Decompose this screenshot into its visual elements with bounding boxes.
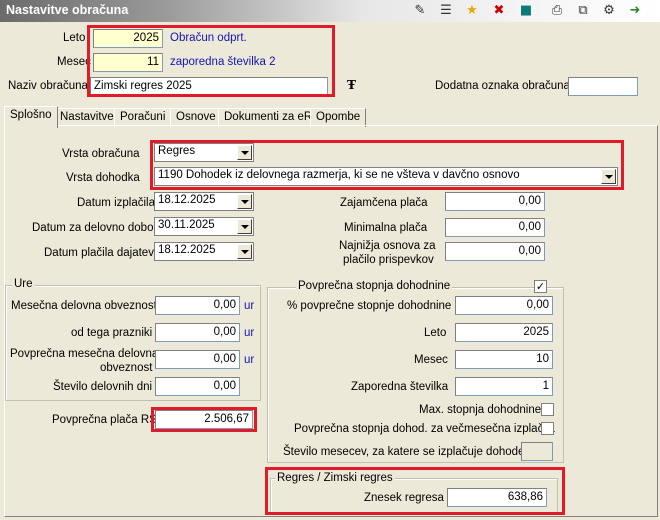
vecmesecna-label: Povprečna stopnja dohod. za večmesečna i… bbox=[294, 423, 555, 435]
mesec-label: Mesec bbox=[57, 56, 91, 68]
povprecna-obveznost-input[interactable]: 0,00 bbox=[155, 350, 240, 369]
datum-delovno-picker[interactable]: 30.11.2025 bbox=[154, 217, 254, 236]
zaporedna-stevilka-note: zaporedna številka 2 bbox=[170, 56, 276, 68]
prazniki-input[interactable]: 0,00 bbox=[155, 323, 240, 342]
datum-dajatev-picker[interactable]: 18.12.2025 bbox=[154, 242, 254, 261]
chevron-down-icon[interactable] bbox=[237, 244, 252, 259]
export-icon[interactable]: ➜ bbox=[626, 3, 644, 19]
stevilo-dni-input[interactable]: 0,00 bbox=[155, 377, 240, 396]
zajamcena-input[interactable]: 0,00 bbox=[445, 192, 545, 211]
copy-icon[interactable]: ⧉ bbox=[574, 3, 592, 19]
list-icon[interactable]: ☰ bbox=[437, 3, 455, 19]
znesek-regresa-label: Znesek regresa bbox=[364, 492, 444, 504]
mesecna-obveznost-label: Mesečna delovna obveznost bbox=[11, 300, 157, 312]
chevron-down-icon[interactable] bbox=[237, 145, 252, 160]
stopnja-title: Povprečna stopnja dohodnine bbox=[296, 280, 453, 292]
datum-dajatev-label: Datum plačila dajatev bbox=[44, 247, 154, 259]
minimalna-input[interactable]: 0,00 bbox=[445, 218, 545, 237]
ure-title: Ure bbox=[12, 278, 35, 290]
pct-stopnje-label: % povprečne stopnje dohodnine bbox=[287, 300, 452, 312]
tab-splosno[interactable]: Splošno bbox=[4, 106, 58, 128]
povprecna-obveznost-label-1: Povprečna mesečna delovna bbox=[10, 348, 159, 360]
stopnja-mesec-label: Mesec bbox=[414, 354, 448, 366]
dodatna-oznaka-input[interactable] bbox=[568, 77, 638, 96]
stopnja-mesec-input[interactable]: 10 bbox=[455, 350, 553, 369]
stopnja-leto-label: Leto bbox=[424, 327, 447, 339]
title-bar: Nastavitve obračuna ✎ ☰ ★ ✖ ■ ⎙ ⧉ ⚙ ➜ bbox=[0, 0, 660, 22]
regres-title: Regres / Zimski regres bbox=[275, 472, 395, 484]
max-stopnja-checkbox[interactable] bbox=[541, 403, 554, 416]
najnizja-input[interactable]: 0,00 bbox=[445, 242, 545, 261]
dodatna-oznaka-label: Dodatna oznaka obračuna bbox=[435, 80, 570, 92]
leto-input[interactable]: 2025 bbox=[93, 29, 163, 48]
chevron-down-icon[interactable] bbox=[237, 219, 252, 234]
zaporedna-stevilka-input[interactable]: 1 bbox=[455, 377, 553, 396]
print-icon[interactable]: ⎙ bbox=[548, 3, 566, 19]
naziv-label: Naziv obračuna bbox=[8, 80, 88, 92]
minimalna-label: Minimalna plača bbox=[344, 222, 428, 234]
naziv-input[interactable]: Zimski regres 2025 bbox=[90, 77, 328, 96]
stevilo-dni-label: Število delovnih dni bbox=[53, 381, 153, 393]
ure-unit-3: ur bbox=[244, 354, 255, 366]
delete-icon[interactable]: ✖ bbox=[490, 3, 508, 19]
mesec-input[interactable]: 11 bbox=[93, 53, 163, 72]
ure-unit-2: ur bbox=[244, 327, 255, 339]
datum-izplacila-picker[interactable]: 18.12.2025 bbox=[154, 192, 254, 211]
vrsta-dohodka-select[interactable]: 1190 Dohodek iz delovnega razmerja, ki s… bbox=[154, 167, 618, 186]
vrsta-obracuna-select[interactable]: Regres bbox=[154, 143, 254, 162]
povprecna-obveznost-label-2: obveznost bbox=[100, 362, 153, 374]
chevron-down-icon[interactable] bbox=[237, 194, 252, 209]
datum-delovno-label: Datum za delovno dobo bbox=[32, 222, 154, 234]
max-stopnja-label: Max. stopnja dohodnine bbox=[419, 404, 542, 416]
settings-icon[interactable]: ⚙ bbox=[600, 3, 618, 19]
chevron-down-icon[interactable] bbox=[601, 169, 616, 184]
pct-stopnje-input[interactable]: 0,00 bbox=[455, 296, 553, 315]
najnizja-label-1: Najnižja osnova za bbox=[339, 240, 436, 252]
star-icon[interactable]: ★ bbox=[463, 3, 481, 19]
povprecna-placa-input[interactable]: 2.506,67 bbox=[155, 410, 253, 429]
stopnja-leto-input[interactable]: 2025 bbox=[455, 323, 553, 342]
leto-label: Leto bbox=[63, 32, 86, 44]
ure-unit-1: ur bbox=[244, 300, 255, 312]
window-title: Nastavitve obračuna bbox=[6, 3, 129, 17]
edit-icon[interactable]: ✎ bbox=[411, 3, 429, 19]
vecmesecna-checkbox[interactable] bbox=[541, 422, 554, 435]
obracun-status: Obračun odprt. bbox=[170, 32, 247, 44]
cube-icon[interactable]: ■ bbox=[517, 3, 535, 19]
najnizja-label-2: plačilo prispevkov bbox=[343, 254, 434, 266]
stevilo-mesecev-label: Število mesecev, za katere se izplačuje … bbox=[283, 446, 531, 458]
vrsta-obracuna-label: Vrsta obračuna bbox=[62, 148, 140, 160]
vrsta-dohodka-label: Vrsta dohodka bbox=[66, 172, 140, 184]
datum-izplacila-label: Datum izplačila bbox=[77, 197, 155, 209]
zajamcena-label: Zajamčena plača bbox=[340, 197, 428, 209]
stevilo-mesecev-input[interactable] bbox=[521, 442, 553, 461]
prazniki-label: od tega prazniki bbox=[71, 327, 153, 339]
font-icon[interactable]: Ŧ bbox=[347, 78, 356, 92]
povprecna-placa-label: Povprečna plača RS bbox=[52, 414, 157, 426]
znesek-regresa-input[interactable]: 638,86 bbox=[447, 488, 547, 507]
stopnja-checkbox[interactable]: ✓ bbox=[534, 280, 547, 293]
zaporedna-stevilka-label: Zaporedna številka bbox=[351, 381, 449, 393]
mesecna-obveznost-input[interactable]: 0,00 bbox=[155, 296, 240, 315]
